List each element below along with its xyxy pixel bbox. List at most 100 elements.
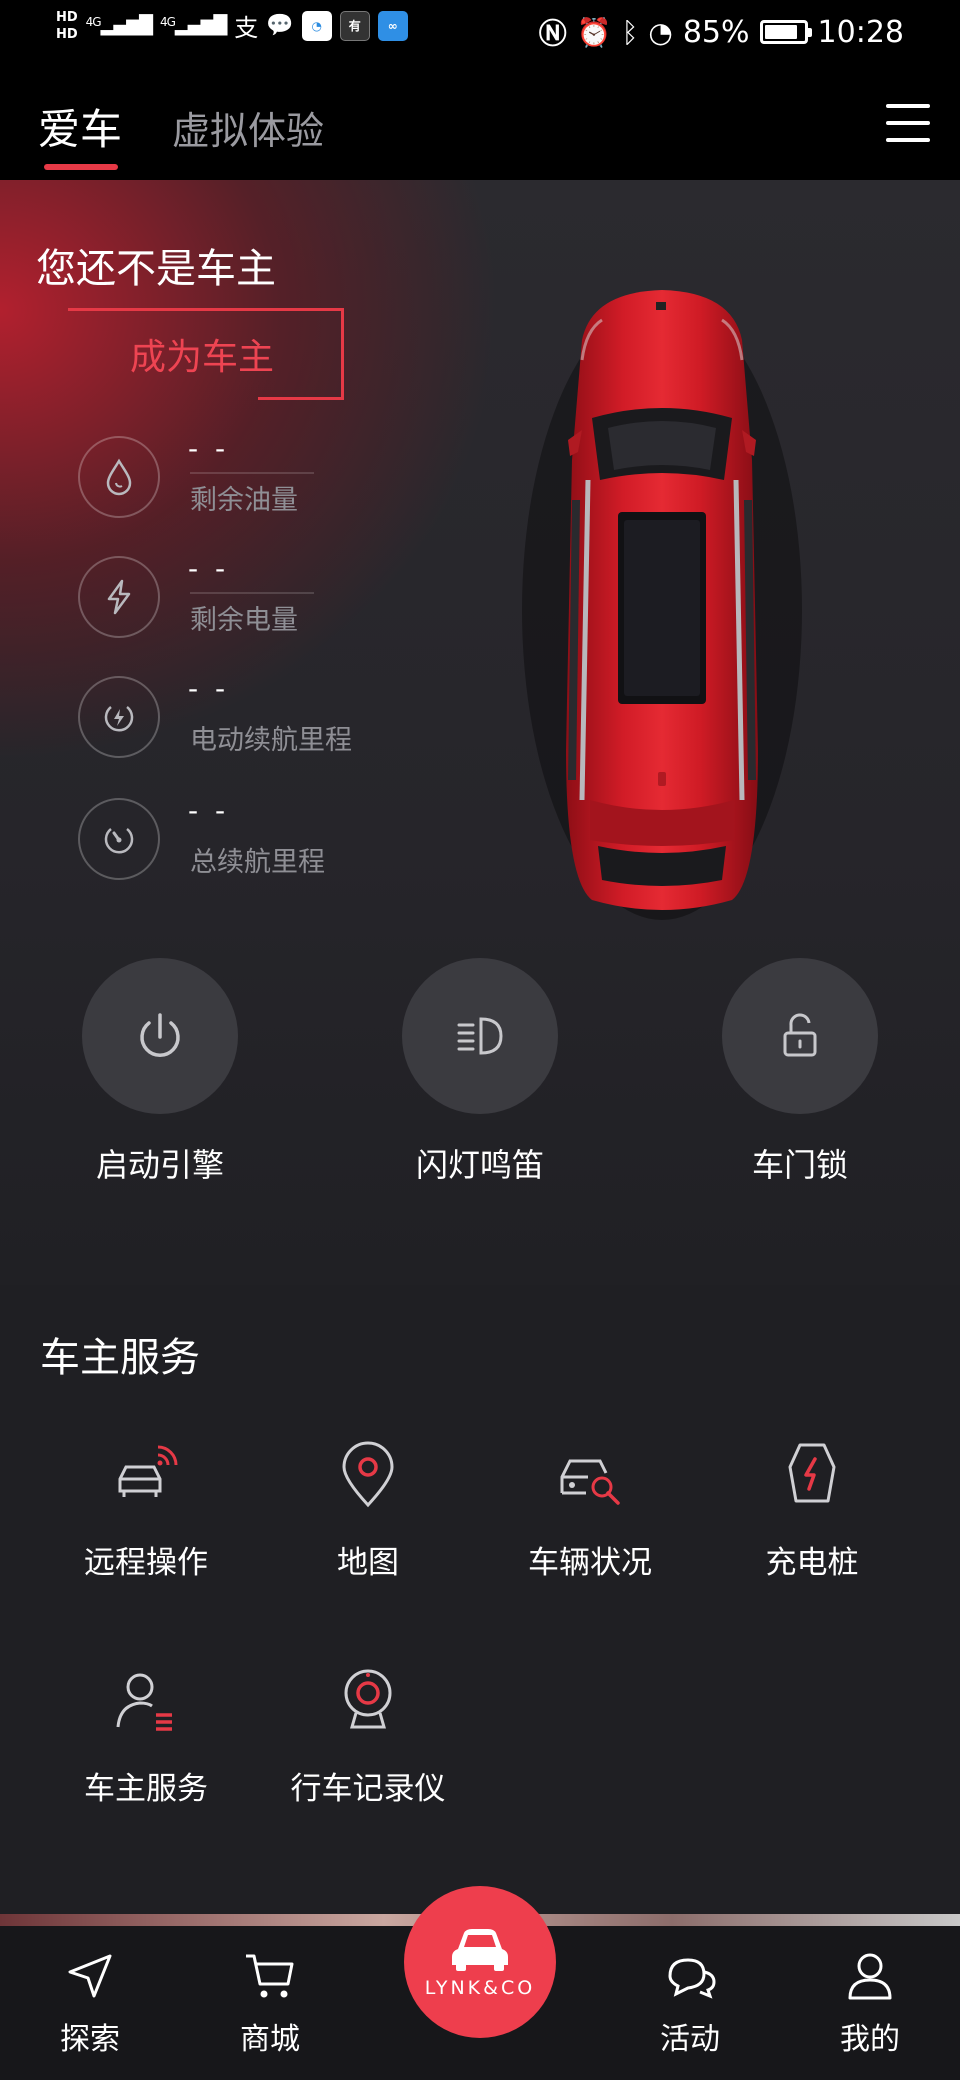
battery-percent: 85% bbox=[682, 14, 750, 50]
service-remote-operation[interactable]: 远程操作 bbox=[46, 1435, 246, 1582]
stat-fuel-value: - - bbox=[188, 432, 230, 465]
stat-electric-range-label: 电动续航里程 bbox=[190, 725, 352, 756]
unlock-icon[interactable] bbox=[722, 958, 878, 1114]
service-label: 车辆状况 bbox=[528, 1545, 652, 1581]
electric-range-icon bbox=[78, 676, 160, 758]
alipay-icon: 支 bbox=[234, 14, 259, 42]
nav-label: 探索 bbox=[60, 2022, 120, 2057]
app-icon-infinity: ∞ bbox=[377, 10, 408, 41]
stat-divider bbox=[190, 592, 314, 594]
car-hero: 您还不是车主 成为车主 - - 剩余油量 - - 剩余电量 - - 电动续航里程… bbox=[0, 180, 960, 1285]
nav-activity[interactable]: 活动 bbox=[630, 1948, 750, 2058]
clock: 10:28 bbox=[817, 14, 904, 50]
speed-icon: ◔ bbox=[648, 15, 673, 49]
flash-horn-label: 闪灯鸣笛 bbox=[415, 1146, 544, 1184]
status-left: HD HD 4G▂▄▆█ 4G▂▄▆█ 支 💬 ◔ 有 ∞ bbox=[56, 8, 408, 43]
owner-service-icon bbox=[106, 1661, 186, 1741]
chat-icon bbox=[662, 1948, 718, 2004]
lynk-logo: LYNK&CO bbox=[424, 1977, 536, 1999]
message-bubble-icon: 💬 bbox=[266, 13, 294, 38]
stat-electric-range-value: - - bbox=[188, 672, 230, 705]
hd-indicator: HD HD bbox=[56, 9, 78, 43]
service-label: 地图 bbox=[337, 1545, 399, 1581]
battery-icon bbox=[759, 20, 812, 44]
service-label: 远程操作 bbox=[84, 1545, 208, 1581]
bolt-icon bbox=[78, 556, 160, 638]
drop-icon bbox=[78, 436, 160, 518]
stat-total-range: - - 总续航里程 bbox=[78, 794, 398, 886]
service-label: 行车记录仪 bbox=[290, 1771, 446, 1807]
dashcam-icon bbox=[328, 1661, 408, 1741]
hd-label-1: HD bbox=[56, 9, 78, 25]
power-icon[interactable] bbox=[82, 958, 238, 1114]
stat-total-range-value: - - bbox=[188, 794, 230, 827]
menu-line-1 bbox=[886, 104, 930, 108]
service-label: 车主服务 bbox=[84, 1771, 208, 1807]
stat-battery: - - 剩余电量 bbox=[78, 552, 398, 644]
signal-icon-2: 4G▂▄▆█ bbox=[159, 15, 227, 36]
tab-virtual-experience[interactable]: 虚拟体验 bbox=[172, 100, 324, 155]
status-right: Ⓝ ⏰ ᛒ ◔ 85% 10:28 bbox=[539, 12, 904, 52]
nav-explore[interactable]: 探索 bbox=[30, 1948, 150, 2058]
door-lock-label: 车门锁 bbox=[751, 1146, 848, 1184]
stat-electric-range: - - 电动续航里程 bbox=[78, 672, 398, 764]
service-dashcam[interactable]: 行车记录仪 bbox=[268, 1661, 468, 1808]
bluetooth-icon: ᛒ bbox=[621, 15, 639, 49]
service-vehicle-status[interactable]: 车辆状况 bbox=[490, 1435, 690, 1582]
start-engine-control[interactable]: 启动引擎 bbox=[80, 958, 240, 1186]
signal-icon-1: 4G▂▄▆█ bbox=[85, 15, 153, 36]
charger-icon bbox=[772, 1435, 852, 1515]
stat-battery-value: - - bbox=[188, 552, 230, 585]
top-nav: 爱车 虚拟体验 bbox=[0, 68, 960, 180]
menu-line-2 bbox=[886, 121, 930, 125]
become-owner-button[interactable]: 成为车主 bbox=[68, 308, 344, 400]
nav-mall[interactable]: 商城 bbox=[210, 1948, 330, 2058]
nav-label: 活动 bbox=[660, 2022, 720, 2057]
service-charging-pile[interactable]: 充电桩 bbox=[712, 1435, 912, 1582]
remote-car-icon bbox=[106, 1435, 186, 1515]
service-label: 充电桩 bbox=[765, 1545, 859, 1581]
start-engine-label: 启动引擎 bbox=[95, 1146, 224, 1184]
car-search-icon bbox=[550, 1435, 630, 1515]
user-icon bbox=[842, 1948, 898, 2004]
stat-fuel-label: 剩余油量 bbox=[190, 485, 298, 516]
door-lock-control[interactable]: 车门锁 bbox=[720, 958, 880, 1186]
car-front-icon bbox=[452, 1929, 508, 1971]
stat-total-range-label: 总续航里程 bbox=[190, 847, 325, 878]
owner-services-section: 车主服务 远程操作 地图 车辆状况 充电桩 车主服务 行车记录仪 bbox=[0, 1285, 960, 1880]
menu-icon[interactable] bbox=[886, 104, 930, 142]
lynk-center-button[interactable]: LYNK&CO bbox=[404, 1886, 556, 2038]
button-border-right bbox=[341, 308, 344, 400]
button-border-bottom bbox=[258, 397, 344, 400]
owner-status-text: 您还不是车主 bbox=[36, 246, 276, 292]
button-border-top bbox=[68, 308, 344, 311]
stat-fuel: - - 剩余油量 bbox=[78, 432, 398, 524]
flash-horn-control[interactable]: 闪灯鸣笛 bbox=[400, 958, 560, 1186]
stat-divider bbox=[190, 472, 314, 474]
battery-fill bbox=[764, 25, 797, 39]
become-owner-label: 成为车主 bbox=[130, 337, 275, 378]
status-bar: HD HD 4G▂▄▆█ 4G▂▄▆█ 支 💬 ◔ 有 ∞ Ⓝ ⏰ ᛒ ◔ 85… bbox=[0, 0, 960, 68]
navigate-icon bbox=[62, 1948, 118, 2004]
service-map[interactable]: 地图 bbox=[268, 1435, 468, 1582]
app-icon-youhuo: 有 bbox=[339, 10, 370, 41]
signal-label-1: 4G bbox=[85, 15, 102, 29]
nav-label: 商城 bbox=[240, 2022, 300, 2057]
cart-icon bbox=[242, 1948, 298, 2004]
app-icon-blue: ◔ bbox=[301, 10, 332, 41]
headlight-icon[interactable] bbox=[402, 958, 558, 1114]
gauge-icon bbox=[78, 798, 160, 880]
car-image bbox=[512, 280, 812, 920]
services-title: 车主服务 bbox=[40, 1335, 200, 1381]
nfc-icon: Ⓝ bbox=[538, 17, 567, 50]
alarm-icon: ⏰ bbox=[576, 15, 612, 49]
stat-battery-label: 剩余电量 bbox=[190, 605, 298, 636]
nav-mine[interactable]: 我的 bbox=[810, 1948, 930, 2058]
signal-label-2: 4G bbox=[159, 15, 176, 29]
hd-label-2: HD bbox=[56, 26, 78, 42]
menu-line-3 bbox=[886, 138, 930, 142]
service-owner-service[interactable]: 车主服务 bbox=[46, 1661, 246, 1808]
tab-active-indicator bbox=[44, 164, 118, 170]
map-pin-icon bbox=[328, 1435, 408, 1515]
tab-my-car[interactable]: 爱车 bbox=[38, 96, 122, 157]
